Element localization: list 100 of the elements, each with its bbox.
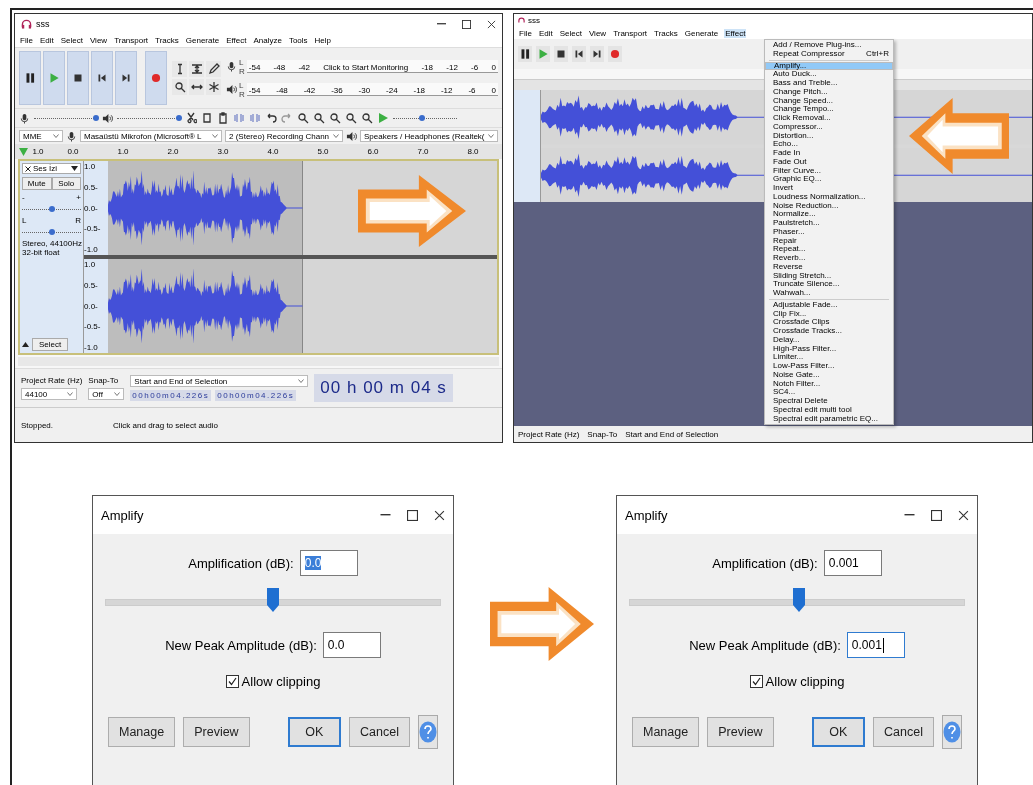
menu-item[interactable]: Spectral edit multi tool xyxy=(765,405,893,415)
dialog-button[interactable]: Manage xyxy=(108,717,176,747)
amplification-field[interactable]: 0.0 xyxy=(299,550,358,576)
menu-item[interactable]: Repair xyxy=(765,236,893,246)
menu-item[interactable]: Normalize... xyxy=(765,210,893,219)
dialog-button[interactable]: Preview xyxy=(183,717,250,747)
menu-item[interactable]: Filter Curve... xyxy=(765,166,893,176)
close-icon[interactable] xyxy=(958,509,969,521)
dialog-button[interactable]: Cancel xyxy=(873,717,934,747)
menu-item[interactable]: Effect xyxy=(724,28,747,38)
menu-item[interactable]: View xyxy=(587,28,608,38)
solo-button[interactable]: Solo xyxy=(51,177,81,190)
menu-item[interactable]: Tools xyxy=(288,36,308,45)
menu-item[interactable]: View xyxy=(89,36,108,45)
audio-position-display[interactable]: 00 h 00 m 04 s xyxy=(314,374,453,402)
menu-item[interactable]: Sliding Stretch... xyxy=(765,271,893,281)
tool-button[interactable] xyxy=(172,61,187,77)
menu-item[interactable]: Clip Fix... xyxy=(765,309,893,319)
menu-item[interactable]: Noise Gate... xyxy=(765,370,893,380)
checkbox[interactable] xyxy=(225,675,239,688)
menu-item[interactable]: Echo... xyxy=(765,140,893,149)
maximize-icon[interactable] xyxy=(931,509,942,521)
menu-item[interactable]: Limiter... xyxy=(765,353,893,362)
amplification-slider[interactable] xyxy=(105,588,441,614)
close-icon[interactable] xyxy=(487,19,496,29)
menu-item[interactable]: Edit xyxy=(537,28,554,38)
menu-item[interactable]: Reverb... xyxy=(765,254,893,263)
playback-device-dropdown[interactable]: Speakers / Headphones (Realtek( xyxy=(360,130,498,142)
menu-item[interactable]: Fade Out xyxy=(765,157,893,167)
tool-button[interactable] xyxy=(206,61,221,77)
selection-mode-dropdown[interactable]: Start and End of Selection xyxy=(130,375,309,387)
menu-item[interactable]: Change Pitch... xyxy=(765,87,893,97)
collapse-icon[interactable] xyxy=(22,342,29,347)
tool-button[interactable] xyxy=(189,61,204,77)
menu-item[interactable]: Amplify... xyxy=(765,61,893,71)
menu-item[interactable]: Adjustable Fade... xyxy=(765,300,893,310)
audio-host-dropdown[interactable]: MME xyxy=(19,130,63,142)
menu-item[interactable]: Select xyxy=(558,28,583,38)
dialog-button[interactable]: OK xyxy=(287,717,342,747)
transport-button[interactable] xyxy=(572,46,586,62)
pan-slider[interactable] xyxy=(22,228,81,236)
menu-item[interactable]: Compressor... xyxy=(765,122,893,132)
peak-amplitude-field[interactable]: 0.0 xyxy=(322,632,381,658)
transport-button[interactable] xyxy=(518,46,532,62)
select-button[interactable]: Select xyxy=(32,338,69,351)
menu-item[interactable]: Paulstretch... xyxy=(765,219,893,228)
menu-item[interactable]: Add / Remove Plug-ins... xyxy=(765,41,893,50)
play-speed-slider[interactable] xyxy=(393,114,457,122)
mute-button[interactable]: Mute xyxy=(22,177,52,190)
track-name-menu[interactable]: Ses İzi xyxy=(22,163,81,174)
menu-item[interactable]: Generate xyxy=(683,28,720,38)
menu-item[interactable]: Distortion... xyxy=(765,131,893,141)
menu-item[interactable]: Delay... xyxy=(765,335,893,345)
slider-thumb[interactable] xyxy=(267,588,279,612)
dialog-button[interactable]: Manage xyxy=(632,717,700,747)
menu-item[interactable]: Auto Duck... xyxy=(765,70,893,79)
maximize-icon[interactable] xyxy=(407,509,418,521)
menu-item[interactable]: Phaser... xyxy=(765,227,893,237)
menu-item[interactable]: Edit xyxy=(39,36,54,45)
dialog-button[interactable]: OK xyxy=(811,717,866,747)
gain-slider[interactable] xyxy=(22,205,81,213)
menu-item[interactable]: SC4... xyxy=(765,388,893,397)
menu-item[interactable]: Change Speed... xyxy=(765,96,893,106)
menu-item[interactable]: Select xyxy=(60,36,83,45)
menu-item[interactable]: Wahwah... xyxy=(765,289,893,298)
selection-start-time[interactable]: 00h00m04.226s xyxy=(130,390,212,401)
checkbox[interactable] xyxy=(749,675,763,688)
close-icon[interactable] xyxy=(434,509,445,521)
menu-item[interactable]: File xyxy=(20,36,33,45)
menu-item[interactable]: Effect xyxy=(226,36,247,45)
peak-amplitude-field[interactable]: 0.001 xyxy=(846,632,905,658)
tool-button[interactable] xyxy=(189,79,204,95)
selection-end-time[interactable]: 00h00m04.226s xyxy=(215,390,297,401)
minimize-icon[interactable] xyxy=(380,514,391,516)
help-button[interactable] xyxy=(942,715,962,749)
playback-volume-slider[interactable] xyxy=(117,114,181,122)
minimize-icon[interactable] xyxy=(437,23,446,25)
close-icon[interactable] xyxy=(25,165,31,172)
amplification-slider[interactable] xyxy=(629,588,965,614)
menu-item[interactable]: Bass and Treble... xyxy=(765,79,893,88)
menu-item[interactable]: Invert xyxy=(765,184,893,193)
menu-item[interactable]: Repeat... xyxy=(765,245,893,254)
minimize-icon[interactable] xyxy=(904,514,915,516)
transport-button[interactable] xyxy=(590,46,604,62)
menu-item[interactable]: Tracks xyxy=(653,28,679,38)
menu-item[interactable]: Spectral Delete xyxy=(765,397,893,406)
level-meter[interactable]: -54 -48 -42 -36 -30 -24 -18 -12 -6 0 xyxy=(246,83,498,96)
menu-item[interactable]: Transport xyxy=(612,28,649,38)
level-meter[interactable]: -54 -48 -42 Click to Start Monitoring -18 -12 -6 0 xyxy=(246,60,498,73)
menu-item[interactable]: Click Removal... xyxy=(765,114,893,123)
help-button[interactable] xyxy=(418,715,438,749)
menu-item[interactable]: Notch Filter... xyxy=(765,379,893,389)
tool-button[interactable] xyxy=(172,79,187,95)
snap-to-dropdown[interactable]: Off xyxy=(88,388,125,400)
transport-button[interactable] xyxy=(67,51,89,105)
recording-channels-dropdown[interactable]: 2 (Stereo) Recording Chann xyxy=(225,130,343,142)
menu-item[interactable]: Graphic EQ... xyxy=(765,175,893,184)
menu-item[interactable]: Crossfade Clips xyxy=(765,318,893,327)
menu-item[interactable]: Change Tempo... xyxy=(765,105,893,114)
menu-item[interactable]: Loudness Normalization... xyxy=(765,192,893,202)
